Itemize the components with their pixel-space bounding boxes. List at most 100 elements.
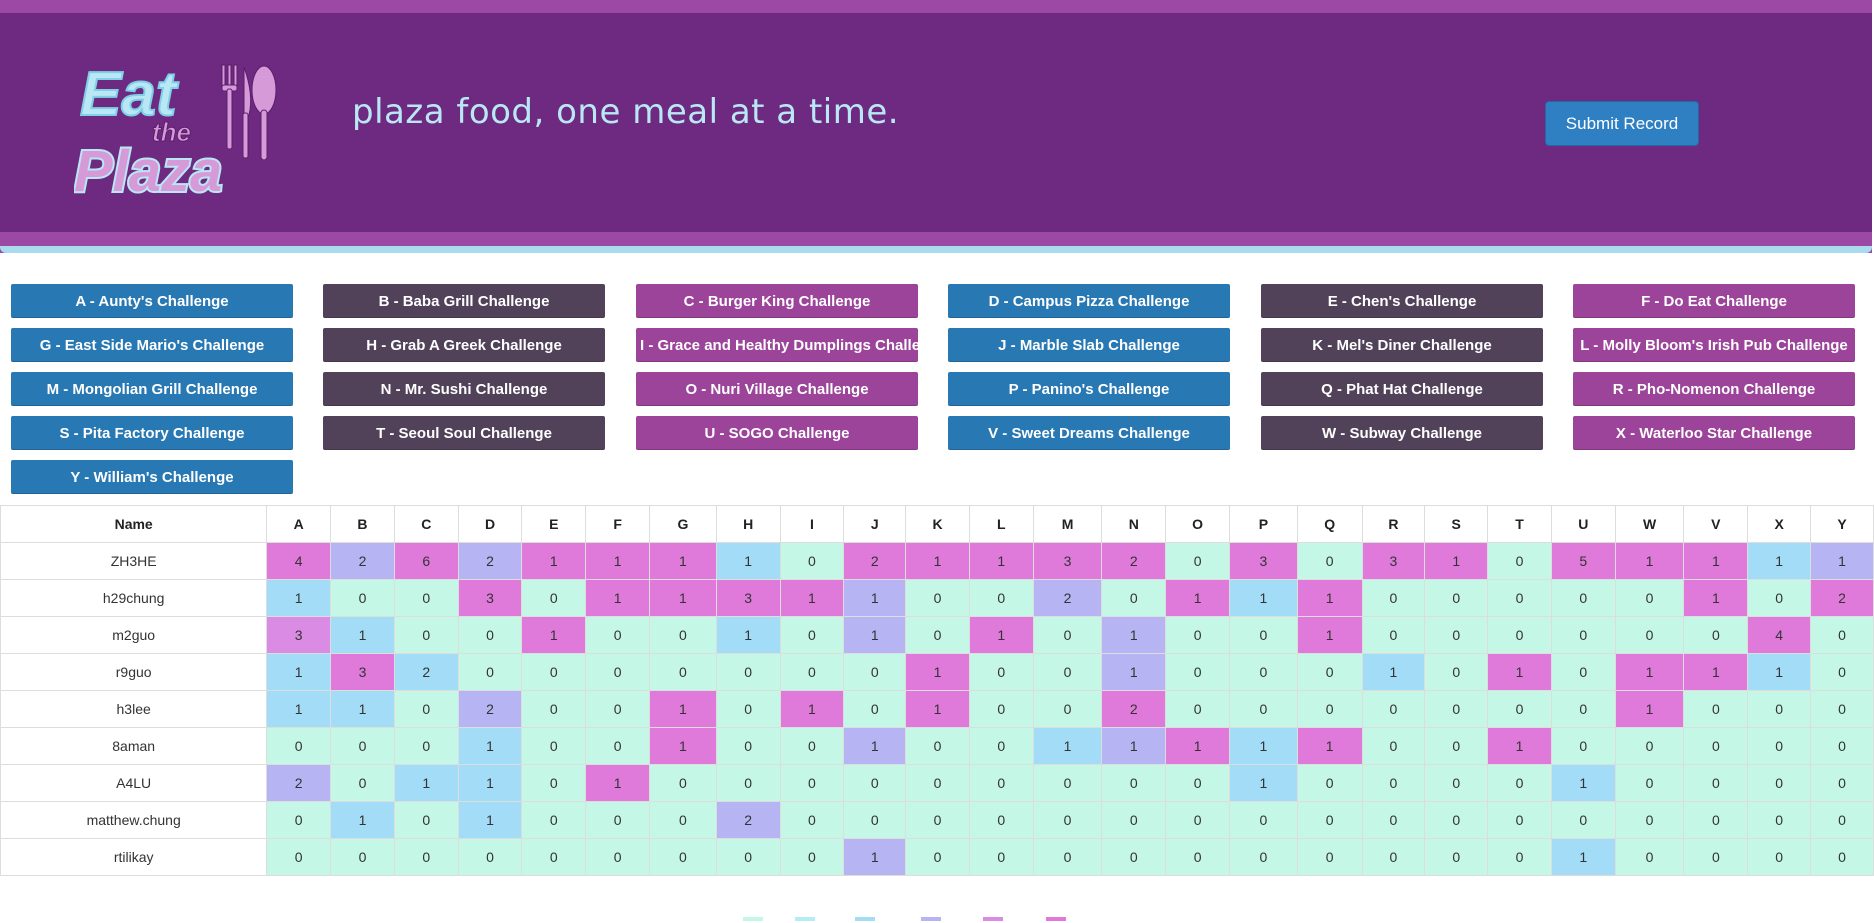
- score-cell: 0: [779, 616, 845, 654]
- score-cell: 0: [330, 838, 395, 876]
- challenge-button-i[interactable]: I - Grace and Healthy Dumplings Challeng…: [636, 328, 918, 362]
- challenge-button-n[interactable]: N - Mr. Sushi Challenge: [323, 372, 605, 406]
- column-header-c[interactable]: C: [393, 505, 459, 543]
- column-header-q[interactable]: Q: [1296, 505, 1363, 543]
- score-cell: 1: [1229, 727, 1298, 765]
- challenge-button-d[interactable]: D - Campus Pizza Challenge: [948, 284, 1230, 318]
- score-cell: 0: [1747, 838, 1812, 876]
- column-header-k[interactable]: K: [905, 505, 970, 543]
- score-cell: 0: [1747, 801, 1812, 839]
- column-header-l[interactable]: L: [968, 505, 1034, 543]
- column-header-d[interactable]: D: [457, 505, 523, 543]
- column-header-i[interactable]: I: [779, 505, 845, 543]
- site-header: Eat the Plaza plaza food, one meal at a …: [0, 0, 1872, 253]
- challenge-button-s[interactable]: S - Pita Factory Challenge: [11, 416, 293, 450]
- score-cell: 0: [843, 764, 907, 802]
- challenge-button-x[interactable]: X - Waterloo Star Challenge: [1573, 416, 1855, 450]
- challenge-button-v[interactable]: V - Sweet Dreams Challenge: [948, 416, 1230, 450]
- challenge-button-p[interactable]: P - Panino's Challenge: [948, 372, 1230, 406]
- score-cell: 0: [1032, 764, 1103, 802]
- score-cell: 0: [1361, 579, 1426, 617]
- score-cell: 1: [1683, 542, 1749, 580]
- score-cell: 0: [1165, 690, 1230, 728]
- table-row: h3lee 1 1 0 2 0 0 1 0 1 0 1 0 0 2 0 0 0 0 0 0 0 1 0 0 0: [0, 690, 1874, 728]
- eat-the-plaza-logo[interactable]: Eat the Plaza: [74, 55, 304, 205]
- column-header-e[interactable]: E: [521, 505, 587, 543]
- column-header-v[interactable]: V: [1683, 505, 1749, 543]
- score-cell: 2: [1101, 690, 1167, 728]
- score-cell: 0: [1361, 616, 1426, 654]
- score-cell: 0: [1683, 690, 1749, 728]
- score-cell: 0: [1810, 801, 1874, 839]
- column-header-x[interactable]: X: [1747, 505, 1812, 543]
- challenge-button-b[interactable]: B - Baba Grill Challenge: [323, 284, 605, 318]
- score-cell: 2: [1101, 542, 1167, 580]
- table-row: A4LU 2 0 1 1 0 1 0 0 0 0 0 0 0 0 0 1 0 0 0 0 1 0 0 0 0: [0, 764, 1874, 802]
- score-cell: 1: [457, 801, 523, 839]
- challenge-button-y[interactable]: Y - William's Challenge: [11, 460, 293, 494]
- column-header-g[interactable]: G: [649, 505, 717, 543]
- score-cell: 0: [1614, 764, 1685, 802]
- score-cell: 1: [1614, 690, 1685, 728]
- column-header-name[interactable]: Name: [0, 505, 268, 543]
- player-name: rtilikay: [0, 838, 268, 876]
- challenge-button-l[interactable]: L - Molly Bloom's Irish Pub Challenge: [1573, 328, 1855, 362]
- column-header-b[interactable]: B: [330, 505, 395, 543]
- score-cell: 0: [1747, 764, 1812, 802]
- column-header-u[interactable]: U: [1550, 505, 1616, 543]
- challenge-button-c[interactable]: C - Burger King Challenge: [636, 284, 918, 318]
- challenge-button-g[interactable]: G - East Side Mario's Challenge: [11, 328, 293, 362]
- score-cell: 0: [1424, 838, 1489, 876]
- challenge-button-k[interactable]: K - Mel's Diner Challenge: [1261, 328, 1543, 362]
- challenge-button-j[interactable]: J - Marble Slab Challenge: [948, 328, 1230, 362]
- column-header-t[interactable]: T: [1487, 505, 1552, 543]
- column-header-r[interactable]: R: [1361, 505, 1426, 543]
- score-cell: 1: [1487, 727, 1552, 765]
- score-cell: 0: [1424, 616, 1489, 654]
- score-cell: 1: [1683, 653, 1749, 691]
- column-header-s[interactable]: S: [1424, 505, 1489, 543]
- score-cell: 1: [585, 579, 650, 617]
- challenge-button-w[interactable]: W - Subway Challenge: [1261, 416, 1543, 450]
- column-header-n[interactable]: N: [1101, 505, 1167, 543]
- score-cell: 0: [1810, 764, 1874, 802]
- submit-record-button[interactable]: Submit Record: [1545, 101, 1699, 146]
- challenge-button-t[interactable]: T - Seoul Soul Challenge: [323, 416, 605, 450]
- score-cell: 0: [1550, 801, 1616, 839]
- challenge-button-a[interactable]: A - Aunty's Challenge: [11, 284, 293, 318]
- column-header-p[interactable]: P: [1229, 505, 1298, 543]
- score-cell: 1: [1487, 653, 1552, 691]
- column-header-a[interactable]: A: [266, 505, 332, 543]
- score-cell: 0: [1032, 616, 1103, 654]
- score-cell: 0: [649, 616, 717, 654]
- challenge-button-h[interactable]: H - Grab A Greek Challenge: [323, 328, 605, 362]
- score-cell: 0: [905, 727, 970, 765]
- score-cell: 1: [457, 764, 523, 802]
- score-cell: 0: [1683, 801, 1749, 839]
- column-header-j[interactable]: J: [843, 505, 907, 543]
- challenge-button-r[interactable]: R - Pho-Nomenon Challenge: [1573, 372, 1855, 406]
- score-cell: 2: [843, 542, 907, 580]
- score-cell: 0: [393, 838, 459, 876]
- challenge-button-e[interactable]: E - Chen's Challenge: [1261, 284, 1543, 318]
- challenge-button-q[interactable]: Q - Phat Hat Challenge: [1261, 372, 1543, 406]
- challenge-button-o[interactable]: O - Nuri Village Challenge: [636, 372, 918, 406]
- column-header-h[interactable]: H: [715, 505, 781, 543]
- column-header-o[interactable]: O: [1165, 505, 1230, 543]
- challenge-button-f[interactable]: F - Do Eat Challenge: [1573, 284, 1855, 318]
- challenge-button-m[interactable]: M - Mongolian Grill Challenge: [11, 372, 293, 406]
- score-cell: 1: [1747, 542, 1812, 580]
- score-cell: 0: [1101, 579, 1167, 617]
- score-cell: 1: [843, 616, 907, 654]
- score-cell: 0: [1296, 801, 1363, 839]
- score-cell: 0: [1810, 616, 1874, 654]
- score-cell: 1: [1032, 727, 1103, 765]
- column-header-w[interactable]: W: [1614, 505, 1685, 543]
- challenge-button-u[interactable]: U - SOGO Challenge: [636, 416, 918, 450]
- score-cell: 1: [266, 690, 332, 728]
- player-name: m2guo: [0, 616, 268, 654]
- column-header-f[interactable]: F: [585, 505, 650, 543]
- column-header-m[interactable]: M: [1032, 505, 1103, 543]
- column-header-y[interactable]: Y: [1810, 505, 1874, 543]
- score-cell: 0: [1683, 838, 1749, 876]
